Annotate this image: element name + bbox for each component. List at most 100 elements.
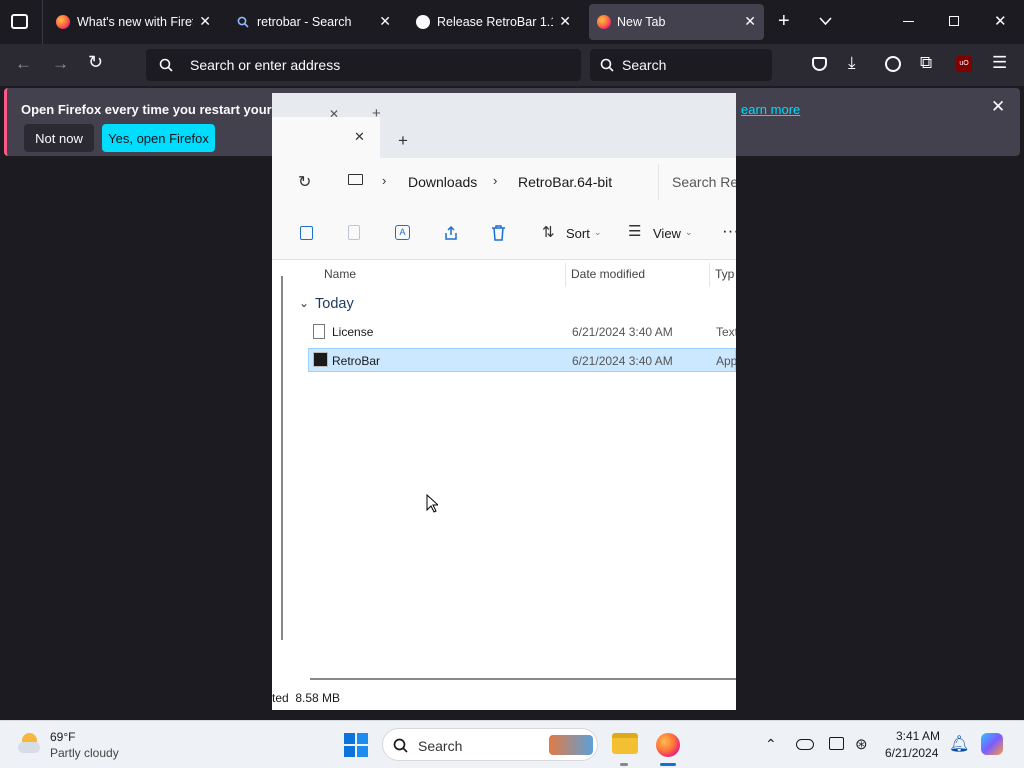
new-tab-icon[interactable]: + [398, 131, 408, 151]
network-icon[interactable]: ⊛ [855, 735, 868, 753]
partly-cloudy-icon [18, 733, 40, 755]
search-icon [159, 58, 173, 72]
onedrive-icon[interactable] [796, 739, 814, 750]
close-tab-icon[interactable]: ✕ [559, 13, 571, 30]
vertical-scrollbar[interactable] [281, 276, 283, 640]
url-placeholder: Search or enter address [190, 57, 341, 73]
more-icon[interactable]: ··· [722, 221, 736, 241]
chevron-down-icon: ⌄ [594, 227, 602, 237]
forward-icon[interactable]: → [52, 54, 69, 74]
weather-widget[interactable]: 69°F Partly cloudy [14, 729, 134, 761]
tab-label: New Tab [617, 15, 666, 29]
this-pc-icon[interactable] [348, 174, 363, 185]
tab-whats-new[interactable]: What's new with Firefox ✕ [47, 4, 219, 40]
file-name: License [332, 325, 374, 339]
reload-icon[interactable]: ↻ [88, 52, 103, 73]
tab-retrobar-search[interactable]: retrobar - Search ✕ [227, 4, 399, 40]
file-date: 6/21/2024 3:40 AM [572, 325, 673, 339]
mouse-cursor [426, 494, 438, 513]
text-file-icon [313, 324, 325, 339]
taskbar: 69°F Partly cloudy Search ⌃ ⊛ 3:41 AM 6/… [0, 720, 1024, 768]
copy-icon[interactable] [300, 226, 313, 240]
search-box[interactable]: Search Ret [658, 164, 736, 200]
yes-open-firefox-button[interactable]: Yes, open Firefox [102, 124, 215, 152]
app-icon [313, 352, 328, 367]
extensions-icon[interactable]: ⧉ [920, 53, 932, 73]
search-bar[interactable]: Search [590, 49, 772, 81]
tab-new-tab[interactable]: New Tab ✕ [589, 4, 764, 40]
breadcrumb-retrobar[interactable]: RetroBar.64-bit [518, 174, 612, 190]
minimize-icon[interactable] [903, 21, 914, 22]
taskbar-search-box[interactable]: Search [382, 728, 598, 761]
breadcrumb-downloads[interactable]: Downloads [408, 174, 477, 190]
rename-icon[interactable]: A [395, 225, 410, 240]
clock-time[interactable]: 3:41 AM [896, 729, 940, 743]
sort-button[interactable]: Sort [566, 226, 590, 241]
notification-bell-icon[interactable]: 🔔︎ [949, 734, 969, 754]
list-all-tabs-icon[interactable] [819, 17, 832, 25]
back-icon[interactable]: ← [15, 54, 32, 74]
firefox-icon [56, 15, 70, 29]
status-bar: ted 8.58 MB [272, 691, 341, 705]
column-header-name[interactable]: Name [324, 267, 356, 281]
close-tab-icon[interactable]: ✕ [354, 129, 365, 145]
new-tab-icon[interactable]: + [778, 10, 790, 33]
tab-label: Release RetroBar 1.16 · [437, 15, 553, 29]
close-tab-icon[interactable]: ✕ [199, 13, 211, 30]
file-type: Text [716, 325, 736, 339]
paste-icon [348, 225, 360, 240]
horizontal-scrollbar[interactable] [310, 678, 736, 680]
delete-icon[interactable] [491, 225, 506, 241]
display-icon[interactable] [829, 737, 844, 750]
file-row-license[interactable]: License 6/21/2024 3:40 AM Text [308, 320, 736, 344]
view-button[interactable]: View [653, 226, 681, 241]
share-icon[interactable] [443, 225, 459, 241]
search-icon [600, 58, 614, 72]
close-tab-icon[interactable]: ✕ [379, 13, 391, 30]
weather-desc: Partly cloudy [50, 746, 119, 760]
file-type: App [716, 354, 736, 368]
github-icon [416, 15, 430, 29]
show-hidden-icons-icon[interactable]: ⌃ [765, 736, 777, 753]
firefox-view-icon[interactable] [11, 14, 28, 29]
refresh-icon[interactable]: ↻ [298, 172, 311, 192]
ublock-icon[interactable]: uO [956, 56, 972, 72]
column-header-date[interactable]: Date modified [571, 267, 645, 281]
column-header-type[interactable]: Typ [715, 267, 734, 281]
clock-date[interactable]: 6/21/2024 [885, 746, 938, 760]
group-header-today[interactable]: Today [315, 296, 354, 312]
sort-icon: ⇅ [542, 224, 555, 241]
not-now-button[interactable]: Not now [24, 124, 94, 152]
firefox-taskbar-icon[interactable] [656, 733, 680, 757]
learn-more-link[interactable]: earn more [741, 102, 800, 117]
browser-tab-strip: What's new with Firefox ✕ retrobar - Sea… [0, 0, 1024, 44]
file-date: 6/21/2024 3:40 AM [572, 354, 673, 368]
chevron-down-icon: ⌄ [685, 227, 693, 237]
menu-icon[interactable]: ☰ [992, 53, 1007, 73]
close-window-icon[interactable]: ✕ [994, 12, 1007, 30]
chevron-down-icon[interactable]: ⌄ [299, 296, 309, 310]
restore-icon[interactable] [949, 16, 959, 26]
file-row-retrobar[interactable]: RetroBar 6/21/2024 3:40 AM App [308, 348, 736, 372]
tab-label: retrobar - Search [257, 15, 352, 29]
pocket-icon[interactable] [812, 57, 827, 71]
start-button[interactable] [344, 733, 368, 757]
explorer-tab[interactable]: ✕ [272, 117, 380, 158]
chevron-right-icon: › [382, 173, 387, 188]
close-tab-icon[interactable]: ✕ [744, 13, 756, 30]
url-bar[interactable]: Search or enter address [146, 49, 581, 81]
search-icon [237, 16, 249, 28]
account-icon[interactable] [885, 56, 901, 72]
close-notification-icon[interactable]: ✕ [991, 97, 1005, 117]
file-explorer-taskbar-icon[interactable] [612, 733, 638, 754]
copilot-icon[interactable] [981, 733, 1003, 755]
search-highlight-icon [549, 735, 593, 755]
taskbar-search-label: Search [418, 738, 463, 754]
downloads-icon[interactable]: ⤓ [848, 53, 856, 73]
notification-message: Open Firefox every time you restart your… [21, 102, 291, 117]
firefox-icon [597, 15, 611, 29]
search-placeholder: Search [622, 57, 667, 73]
tab-release-retrobar[interactable]: Release RetroBar 1.16 · ✕ [407, 4, 579, 40]
file-explorer-window: ✕ + ✕ + ↻ › Downloads › RetroBar.64-bit … [272, 93, 736, 710]
explorer-title-bar: ✕ + ✕ + [272, 93, 736, 158]
